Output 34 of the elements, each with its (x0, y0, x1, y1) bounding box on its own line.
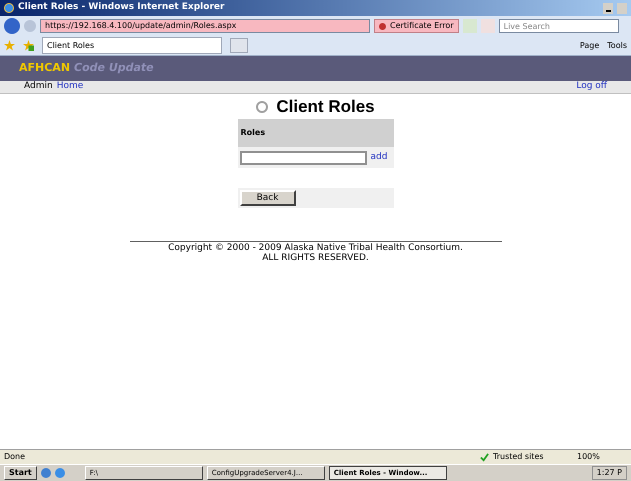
start-button[interactable]: Start (4, 466, 37, 480)
zoom-button[interactable]: 100% (577, 451, 627, 463)
brand-subtitle: Code Update (74, 60, 154, 76)
zone-text: Trusted sites (493, 451, 545, 463)
star-icon[interactable] (4, 40, 15, 51)
add-link[interactable]: add (370, 150, 388, 164)
status-text: Done (4, 451, 26, 463)
add-favorite-icon[interactable] (23, 40, 34, 51)
tools-menu[interactable]: Tools (607, 40, 627, 52)
clock: 1:27 P (592, 466, 627, 480)
admin-label: Admin (24, 80, 53, 94)
minimize-button[interactable] (603, 2, 613, 14)
window-title: Client Roles - Windows Internet Explorer (18, 1, 224, 14)
page-menu[interactable]: Page (580, 40, 600, 52)
copyright-text: Copyright © 2000 - 2009 Alaska Native Tribal Health Consortium. (168, 243, 463, 253)
table-header: Roles (238, 119, 394, 147)
page-title: Client Roles (276, 96, 375, 118)
new-tab-button[interactable] (230, 38, 248, 53)
rights-text: ALL RIGHTS RESERVED. (262, 253, 369, 263)
back-button[interactable]: Back (240, 190, 296, 206)
back-nav-button[interactable] (4, 18, 20, 34)
forward-nav-button[interactable] (24, 20, 36, 32)
home-link[interactable]: Home (56, 80, 84, 94)
role-input[interactable] (240, 150, 366, 164)
logoff-link[interactable]: Log off (576, 80, 607, 94)
check-icon (480, 452, 489, 462)
ie-icon[interactable] (54, 468, 65, 478)
certificate-error-button[interactable]: Certificate Error (374, 19, 459, 33)
address-field[interactable]: https://192.168.4.100/update/admin/Roles.aspx (40, 19, 370, 33)
ie-icon (4, 3, 14, 13)
brand-name: AFHCAN (19, 60, 70, 76)
shield-icon (379, 22, 386, 30)
browser-tab[interactable]: Client Roles (42, 37, 222, 54)
search-field[interactable]: Live Search (498, 19, 619, 33)
